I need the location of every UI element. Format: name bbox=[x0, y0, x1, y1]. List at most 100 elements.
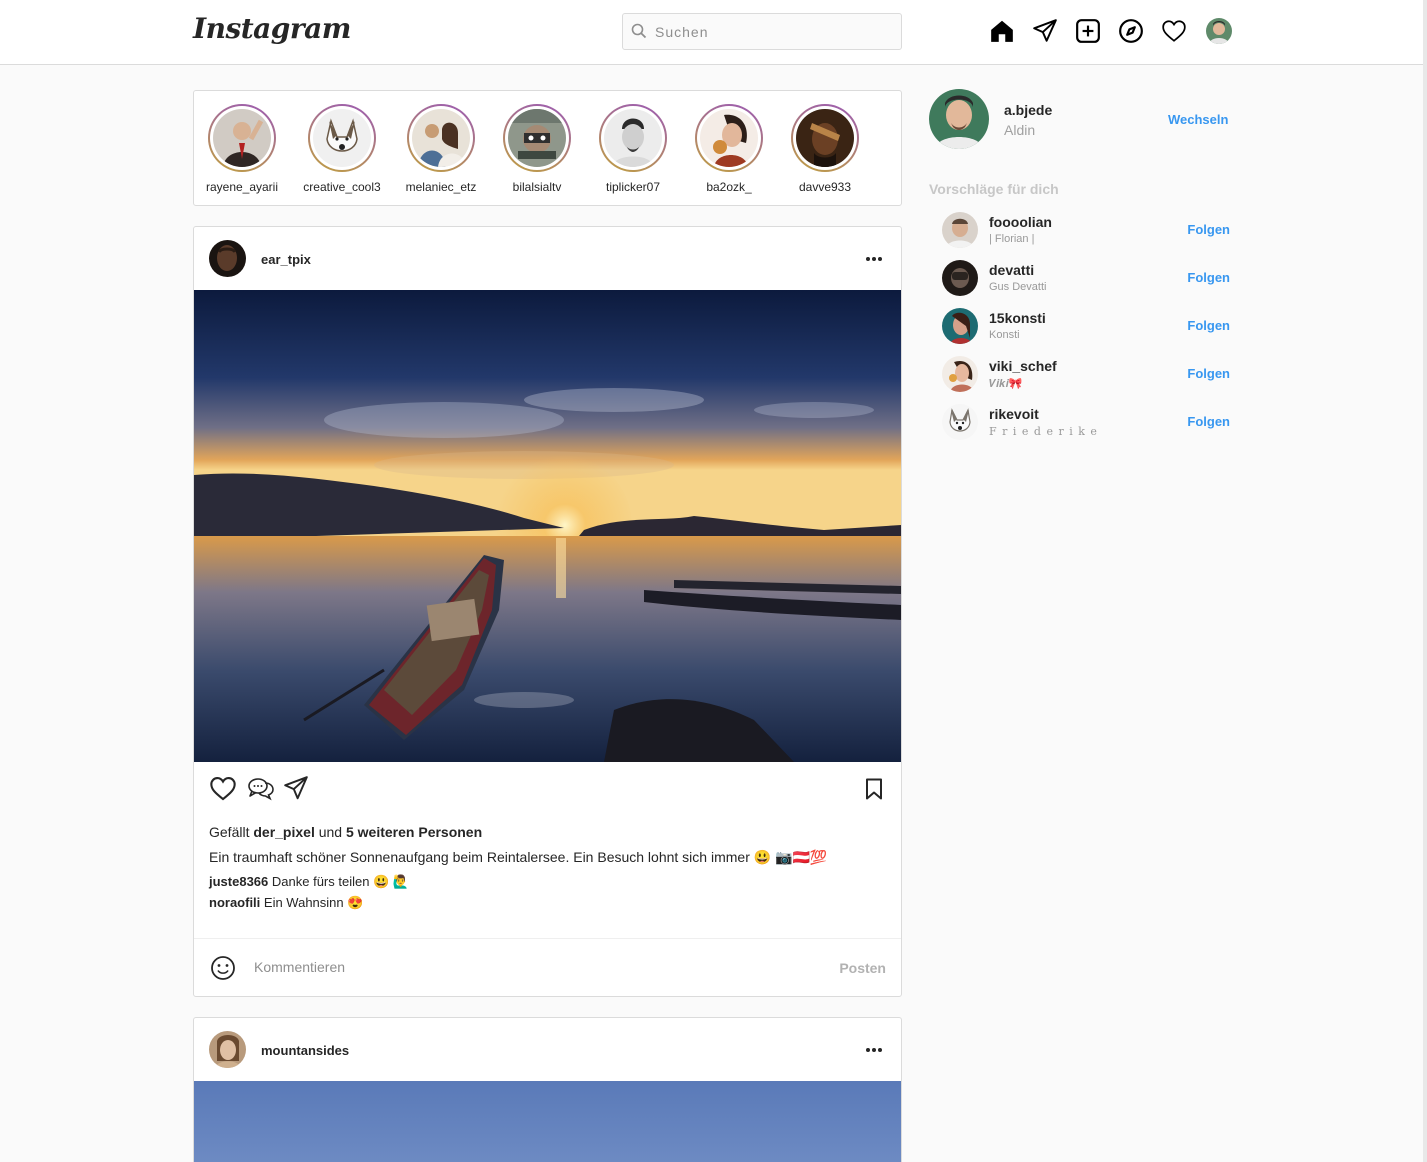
feed-post: ear_tpix Gefällt der_pixel und 5 weitere… bbox=[193, 226, 902, 997]
suggestion-username[interactable]: 15konsti bbox=[989, 310, 1046, 326]
post-header: mountansides bbox=[194, 1018, 901, 1081]
suggestion-fullname: F r i e d e r i k e bbox=[989, 425, 1098, 438]
likes-middle: und bbox=[318, 824, 343, 840]
suggestion-fullname: Gus Devatti bbox=[989, 281, 1047, 293]
post-photo[interactable] bbox=[194, 290, 901, 762]
follow-button[interactable]: Folgen bbox=[1187, 270, 1230, 285]
current-user-avatar[interactable] bbox=[929, 89, 989, 149]
suggestion-item: devatti Gus Devatti Folgen bbox=[942, 260, 1232, 300]
suggestion-avatar[interactable] bbox=[942, 356, 978, 392]
emoji-smiley-icon[interactable] bbox=[210, 955, 236, 981]
story-avatar bbox=[604, 109, 662, 167]
story-avatar bbox=[213, 109, 271, 167]
post-author-avatar[interactable] bbox=[209, 1031, 246, 1068]
post-header: ear_tpix bbox=[194, 227, 901, 290]
story-ring bbox=[599, 104, 667, 172]
current-user-fullname: Aldin bbox=[1004, 122, 1036, 138]
instagram-logo[interactable]: Instagram bbox=[193, 12, 351, 45]
suggestion-fullname: 𝑽𝒊𝒌𝒊🎀 bbox=[989, 378, 1023, 390]
search-input[interactable] bbox=[655, 22, 885, 42]
story-username: bilalsialtv bbox=[512, 180, 562, 194]
story-ring bbox=[208, 104, 276, 172]
suggestion-avatar[interactable] bbox=[942, 260, 978, 296]
post-author-username[interactable]: mountansides bbox=[261, 1043, 349, 1058]
post-comment-button[interactable]: Posten bbox=[839, 960, 886, 976]
comment-item: noraofili Ein Wahnsinn 😍 bbox=[194, 895, 901, 911]
home-icon[interactable] bbox=[989, 18, 1015, 44]
suggestion-username[interactable]: viki_schef bbox=[989, 358, 1057, 374]
suggestion-item: foooolian | Florian | Folgen bbox=[942, 212, 1232, 252]
stories-tray: rayene_ayarii creative_cool3 melaniec_et… bbox=[193, 90, 902, 206]
story-username: creative_cool3 bbox=[303, 180, 381, 194]
feed-post: mountansides bbox=[193, 1017, 902, 1162]
suggestion-avatar[interactable] bbox=[942, 308, 978, 344]
story-item[interactable]: bilalsialtv bbox=[489, 104, 585, 194]
story-username: ba2ozk_ bbox=[706, 180, 752, 194]
likes-user-link[interactable]: der_pixel bbox=[253, 824, 314, 840]
story-avatar bbox=[313, 109, 371, 167]
suggestion-avatar[interactable] bbox=[942, 404, 978, 440]
suggestion-username[interactable]: devatti bbox=[989, 262, 1034, 278]
switch-account-button[interactable]: Wechseln bbox=[1168, 112, 1228, 127]
suggestion-item: rikevoit F r i e d e r i k e Folgen bbox=[942, 404, 1232, 444]
follow-button[interactable]: Folgen bbox=[1187, 222, 1230, 237]
search-icon bbox=[631, 23, 647, 39]
likes-others-link[interactable]: 5 weiteren Personen bbox=[346, 824, 482, 840]
suggestion-item: viki_schef 𝑽𝒊𝒌𝒊🎀 Folgen bbox=[942, 356, 1232, 396]
suggestion-fullname: | Florian | bbox=[989, 233, 1035, 245]
story-item[interactable]: tiplicker07 bbox=[585, 104, 681, 194]
comment-text: Ein Wahnsinn 😍 bbox=[263, 895, 364, 910]
story-username: davve933 bbox=[798, 180, 852, 194]
comment-text: Danke fürs teilen 😃 🙋‍♂️ bbox=[271, 874, 410, 889]
follow-button[interactable]: Folgen bbox=[1187, 318, 1230, 333]
likes-prefix: Gefällt bbox=[209, 824, 250, 840]
comment-input[interactable] bbox=[254, 959, 814, 975]
post-caption: Ein traumhaft schöner Sonnenaufgang beim… bbox=[209, 849, 828, 865]
add-comment-bar: Posten bbox=[194, 938, 901, 996]
likes-summary: Gefällt der_pixel und 5 weiteren Persone… bbox=[194, 824, 901, 840]
story-username: melaniec_etz bbox=[405, 180, 477, 194]
search-box[interactable] bbox=[622, 13, 902, 50]
story-avatar bbox=[412, 109, 470, 167]
post-author-username[interactable]: ear_tpix bbox=[261, 252, 311, 267]
save-bookmark-icon[interactable] bbox=[865, 778, 883, 800]
more-options-icon[interactable] bbox=[865, 1041, 883, 1059]
story-item[interactable]: melaniec_etz bbox=[393, 104, 489, 194]
story-ring bbox=[503, 104, 571, 172]
like-heart-icon[interactable] bbox=[209, 775, 237, 801]
post-photo[interactable] bbox=[194, 1081, 901, 1162]
top-navigation-bar: Instagram bbox=[0, 0, 1423, 65]
suggestion-fullname: Konsti bbox=[989, 329, 1020, 341]
new-post-icon[interactable] bbox=[1075, 18, 1101, 44]
story-item[interactable]: rayene_ayarii bbox=[194, 104, 290, 194]
follow-button[interactable]: Folgen bbox=[1187, 366, 1230, 381]
suggestions-heading: Vorschläge für dich bbox=[929, 181, 1059, 197]
comment-username[interactable]: noraofili bbox=[209, 895, 260, 910]
suggestion-username[interactable]: rikevoit bbox=[989, 406, 1039, 422]
story-item[interactable]: ba2ozk_ bbox=[681, 104, 777, 194]
comment-username[interactable]: juste8366 bbox=[209, 874, 268, 889]
story-ring bbox=[695, 104, 763, 172]
direct-message-icon[interactable] bbox=[1032, 18, 1058, 44]
story-item[interactable]: creative_cool3 bbox=[294, 104, 390, 194]
story-avatar bbox=[700, 109, 758, 167]
story-ring bbox=[407, 104, 475, 172]
suggestion-username[interactable]: foooolian bbox=[989, 214, 1052, 230]
activity-heart-icon[interactable] bbox=[1161, 18, 1187, 44]
comment-bubbles-icon[interactable] bbox=[247, 775, 275, 801]
story-item[interactable]: davve933 bbox=[777, 104, 873, 194]
more-options-icon[interactable] bbox=[865, 250, 883, 268]
page-scrollbar[interactable] bbox=[1423, 0, 1427, 1162]
story-username: tiplicker07 bbox=[605, 180, 661, 194]
suggestion-avatar[interactable] bbox=[942, 212, 978, 248]
story-ring bbox=[308, 104, 376, 172]
profile-avatar[interactable] bbox=[1206, 18, 1232, 44]
story-avatar bbox=[508, 109, 566, 167]
current-username[interactable]: a.bjede bbox=[1004, 102, 1052, 118]
comment-item: juste8366 Danke fürs teilen 😃 🙋‍♂️ bbox=[194, 874, 901, 890]
follow-button[interactable]: Folgen bbox=[1187, 414, 1230, 429]
story-avatar bbox=[796, 109, 854, 167]
post-author-avatar[interactable] bbox=[209, 240, 246, 277]
explore-compass-icon[interactable] bbox=[1118, 18, 1144, 44]
share-send-icon[interactable] bbox=[283, 775, 309, 801]
